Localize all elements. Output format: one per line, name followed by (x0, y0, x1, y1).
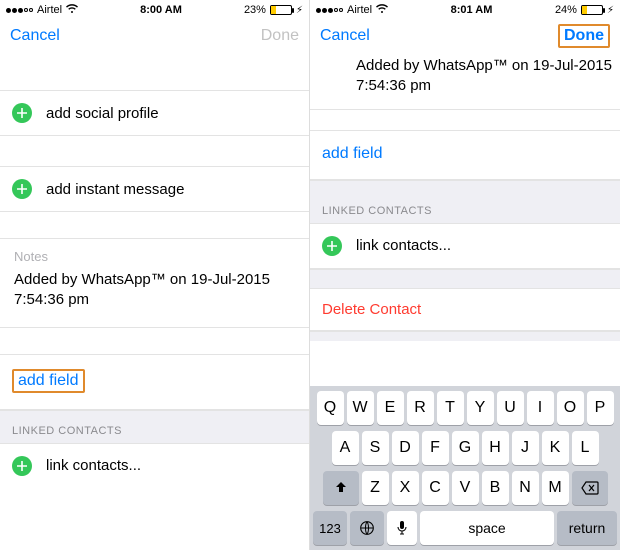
key-h[interactable]: H (482, 431, 509, 465)
key-e[interactable]: E (377, 391, 404, 425)
notes-block[interactable]: Notes Added by WhatsApp™ on 19-Jul-2015 … (0, 238, 309, 328)
screen-left: Airtel 8:00 AM 23% ⚡︎ Cancel Done add so… (0, 0, 310, 550)
key-o[interactable]: O (557, 391, 584, 425)
keyboard: QWERTYUIOP ASDFGHJKL ZXCVBNM 123 (310, 386, 620, 550)
keyboard-row-2: ASDFGHJKL (313, 431, 617, 465)
battery-pct-label: 24% (555, 4, 577, 16)
cancel-button[interactable]: Cancel (10, 27, 60, 45)
mic-key[interactable] (387, 511, 417, 545)
add-instant-message-row[interactable]: add instant message (0, 166, 309, 212)
charging-icon: ⚡︎ (296, 5, 303, 16)
add-field-link[interactable]: add field (12, 369, 85, 393)
return-key[interactable]: return (557, 511, 617, 545)
screen-right: Airtel 8:01 AM 24% ⚡︎ Cancel Done Added … (310, 0, 620, 550)
notes-text-partial[interactable]: Added by WhatsApp™ on 19-Jul-2015 7:54:3… (310, 54, 620, 109)
plus-icon (12, 456, 32, 476)
plus-icon (12, 179, 32, 199)
link-contacts-row[interactable]: link contacts... (0, 444, 309, 488)
row-label: add instant message (46, 181, 184, 198)
backspace-key[interactable] (572, 471, 608, 505)
key-n[interactable]: N (512, 471, 539, 505)
nav-bar: Cancel Done (0, 18, 309, 54)
key-a[interactable]: A (332, 431, 359, 465)
add-field-row[interactable]: add field (310, 130, 620, 180)
plus-icon (322, 236, 342, 256)
status-bar: Airtel 8:00 AM 23% ⚡︎ (0, 0, 309, 18)
key-u[interactable]: U (497, 391, 524, 425)
clock-label: 8:01 AM (451, 4, 493, 16)
link-contacts-row[interactable]: link contacts... (310, 224, 620, 269)
key-v[interactable]: V (452, 471, 479, 505)
key-d[interactable]: D (392, 431, 419, 465)
add-field-row[interactable]: add field (0, 354, 309, 410)
key-m[interactable]: M (542, 471, 569, 505)
key-z[interactable]: Z (362, 471, 389, 505)
done-button[interactable]: Done (558, 24, 610, 48)
key-w[interactable]: W (347, 391, 374, 425)
row-label: link contacts... (46, 457, 141, 474)
keyboard-row-1: QWERTYUIOP (313, 391, 617, 425)
key-f[interactable]: F (422, 431, 449, 465)
done-button: Done (261, 27, 299, 45)
key-k[interactable]: K (542, 431, 569, 465)
key-x[interactable]: X (392, 471, 419, 505)
key-q[interactable]: Q (317, 391, 344, 425)
battery-icon (581, 5, 603, 15)
key-r[interactable]: R (407, 391, 434, 425)
key-g[interactable]: G (452, 431, 479, 465)
wifi-icon (376, 4, 388, 17)
add-field-link[interactable]: add field (322, 145, 383, 162)
cancel-button[interactable]: Cancel (320, 27, 370, 45)
key-p[interactable]: P (587, 391, 614, 425)
key-i[interactable]: I (527, 391, 554, 425)
battery-pct-label: 23% (244, 4, 266, 16)
row-label: link contacts... (356, 237, 451, 254)
wifi-icon (66, 4, 78, 17)
nav-bar: Cancel Done (310, 18, 620, 54)
notes-label: Notes (14, 249, 295, 264)
carrier-label: Airtel (37, 4, 62, 16)
linked-contacts-header: LINKED CONTACTS (310, 180, 620, 223)
key-s[interactable]: S (362, 431, 389, 465)
charging-icon: ⚡︎ (607, 5, 614, 16)
notes-text: Added by WhatsApp™ on 19-Jul-2015 7:54:3… (14, 270, 295, 311)
numbers-key[interactable]: 123 (313, 511, 347, 545)
shift-key[interactable] (323, 471, 359, 505)
key-y[interactable]: Y (467, 391, 494, 425)
status-bar: Airtel 8:01 AM 24% ⚡︎ (310, 0, 620, 18)
add-social-profile-row[interactable]: add social profile (0, 90, 309, 136)
key-j[interactable]: J (512, 431, 539, 465)
battery-icon (270, 5, 292, 15)
keyboard-row-3: ZXCVBNM (313, 471, 617, 505)
key-l[interactable]: L (572, 431, 599, 465)
carrier-label: Airtel (347, 4, 372, 16)
key-c[interactable]: C (422, 471, 449, 505)
clock-label: 8:00 AM (140, 4, 182, 16)
key-b[interactable]: B (482, 471, 509, 505)
plus-icon (12, 103, 32, 123)
key-t[interactable]: T (437, 391, 464, 425)
delete-contact-label: Delete Contact (322, 301, 421, 318)
linked-contacts-header: LINKED CONTACTS (0, 410, 309, 443)
row-label: add social profile (46, 105, 159, 122)
signal-dots-icon (6, 8, 33, 13)
delete-contact-row[interactable]: Delete Contact (310, 289, 620, 331)
globe-key[interactable] (350, 511, 384, 545)
space-key[interactable]: space (420, 511, 554, 545)
signal-dots-icon (316, 8, 343, 13)
